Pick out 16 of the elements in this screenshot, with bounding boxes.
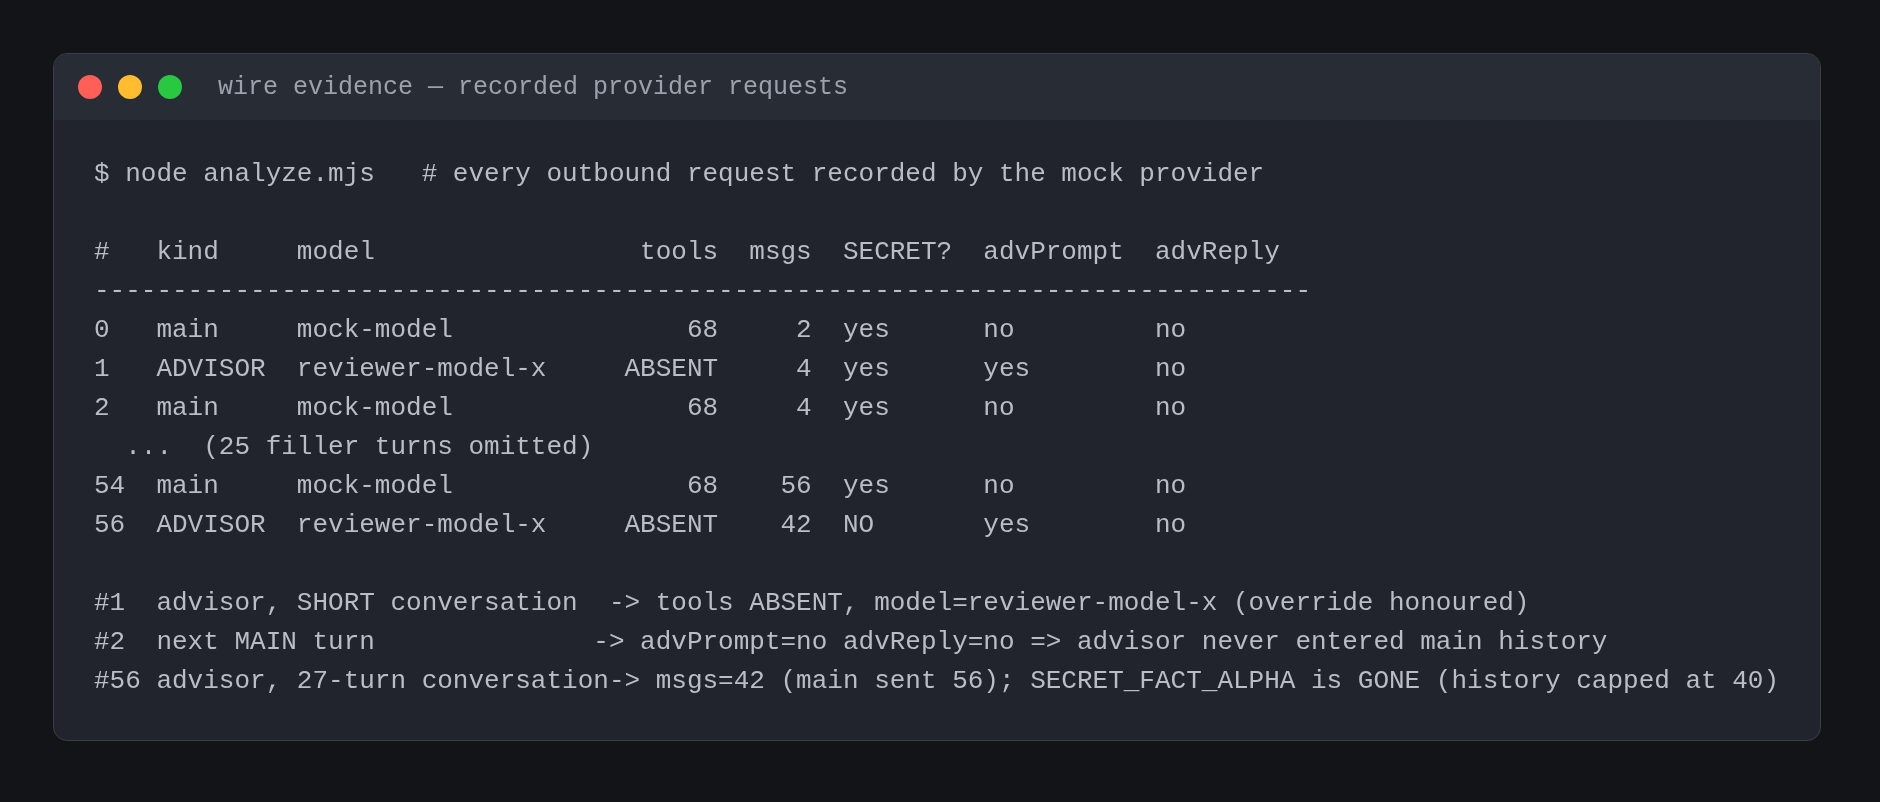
close-icon[interactable] (78, 75, 102, 99)
maximize-icon[interactable] (158, 75, 182, 99)
note-line: #2 next MAIN turn -> advPrompt=no advReply=no => advisor never entered main history (94, 626, 1608, 659)
table-row-text: 1 ADVISOR reviewer-model-x ABSENT 4 yes yes no (94, 353, 1187, 386)
table-row-text: 54 main mock-model 68 56 yes no no (94, 470, 1187, 503)
minimize-icon[interactable] (118, 75, 142, 99)
command-line: $ node analyze.mjs # every outbound request recorded by the mock provider (94, 158, 1265, 191)
table-row-text: 56 ADVISOR reviewer-model-x ABSENT 42 NO yes no (94, 509, 1187, 542)
divider-line: ------------------------------------------------------------------------------ (94, 275, 1311, 308)
table-row-text: 2 main mock-model 68 4 yes no no (94, 392, 1187, 425)
table-row-text: ... (25 filler turns omitted) (124, 431, 594, 464)
window-title: wire evidence — recorded provider requests (218, 72, 849, 102)
table-row-text: 0 main mock-model 68 2 yes no no (94, 314, 1187, 347)
note-line: #1 advisor, SHORT conversation -> tools ABSENT, model=reviewer-model-x (override honoured) (94, 587, 1530, 620)
table-header: # kind model tools msgs SECRET? advPrompt advReply (94, 236, 1280, 269)
note-line: #56 advisor, 27-turn conversation-> msgs=42 (main sent 56); SECRET_FACT_ALPHA is GONE (history capped at 40) (94, 665, 1780, 698)
